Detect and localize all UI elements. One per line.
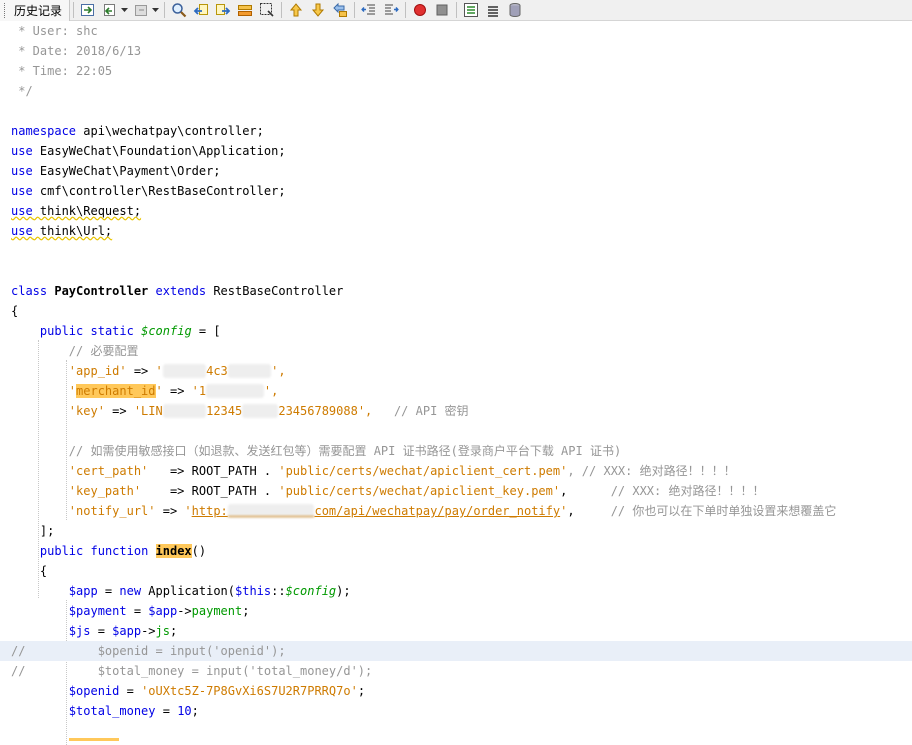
code-line: class PayController extends RestBaseCont… — [11, 284, 344, 298]
forward-history-icon[interactable] — [132, 1, 150, 19]
uncomment-icon[interactable] — [484, 1, 502, 19]
code-line: 'cert_path' => ROOT_PATH . 'public/certs… — [68, 464, 736, 478]
code-line: use cmf\controller\RestBaseController; — [11, 184, 286, 198]
toolbar-separator — [73, 2, 75, 18]
find-next-icon[interactable] — [214, 1, 232, 19]
redacted-value — [227, 504, 315, 518]
notify-url-link[interactable]: http: com/api/wechatpay/pay/order_notify — [192, 504, 560, 518]
editor-toolbar: 历史记录 — [0, 0, 912, 21]
code-line: 'notify_url' => 'http: com/api/wechatpay… — [68, 504, 837, 518]
comment-icon[interactable] — [462, 1, 480, 19]
shift-left-icon[interactable] — [360, 1, 378, 19]
code-line: // 如需使用敏感接口（如退款、发送红包等）需要配置 API 证书路径(登录商户… — [68, 444, 622, 458]
back-history-icon[interactable] — [101, 1, 119, 19]
code-line: use EasyWeChat\Foundation\Application; — [11, 144, 286, 158]
stop-macro-icon[interactable] — [433, 1, 451, 19]
code-line: $payment = $app->payment; — [68, 604, 250, 618]
code-line: * Date: 2018/6/13 — [11, 44, 142, 58]
code-line: public static $config = [ — [39, 324, 221, 338]
code-line: 'key' => 'LIN 12345 23456789088', // API… — [68, 404, 469, 418]
previous-bookmark-icon[interactable] — [287, 1, 305, 19]
redacted-value — [162, 364, 207, 378]
shift-right-icon[interactable] — [382, 1, 400, 19]
history-tab-label: 历史记录 — [14, 3, 63, 18]
find-previous-icon[interactable] — [192, 1, 210, 19]
redacted-value — [227, 364, 272, 378]
code-line: $openid = 'oUXtc5Z-7P8GvXi6S7U2R7PRRQ7o'… — [68, 684, 366, 698]
code-line: // $total_money = input('total_money/d')… — [11, 664, 373, 678]
code-line: * User: shc — [11, 24, 98, 38]
code-line: 'merchant_id' => '1 ', — [68, 384, 279, 398]
last-edit-icon[interactable] — [79, 1, 97, 19]
code-line — [0, 721, 912, 741]
code-line: { — [11, 304, 19, 318]
code-editor[interactable]: * User: shc * Date: 2018/6/13 * Time: 22… — [0, 21, 912, 745]
code-line: // 必要配置 — [68, 344, 139, 358]
find-selection-icon[interactable] — [258, 1, 276, 19]
toolbar-separator — [405, 2, 407, 18]
history-tab[interactable]: 历史记录 — [0, 0, 71, 21]
forward-history-dropdown-icon[interactable] — [152, 1, 160, 19]
next-bookmark-icon[interactable] — [309, 1, 327, 19]
toolbar-separator — [281, 2, 283, 18]
redacted-value — [162, 404, 207, 418]
code-line: $total_money = 10; — [68, 704, 199, 718]
code-line: { — [39, 564, 48, 578]
code-line: use EasyWeChat\Payment\Order; — [11, 164, 221, 178]
code-line: use think\Request; — [11, 204, 142, 218]
find-icon[interactable] — [170, 1, 188, 19]
toolbar-separator — [354, 2, 356, 18]
toolbar-separator — [164, 2, 166, 18]
code-line: */ — [11, 84, 33, 98]
record-macro-icon[interactable] — [411, 1, 429, 19]
database-icon[interactable] — [506, 1, 524, 19]
code-line: * Time: 22:05 — [11, 64, 113, 78]
code-line: ]; — [39, 524, 55, 538]
toolbar-separator — [456, 2, 458, 18]
code-line-current: // $openid = input('openid'); — [0, 641, 912, 661]
code-line: namespace api\wechatpay\controller; — [11, 124, 264, 138]
back-history-dropdown-icon[interactable] — [121, 1, 129, 19]
code-line: public function index() — [39, 544, 207, 558]
redacted-value — [206, 384, 264, 398]
redacted-value — [242, 404, 279, 418]
toggle-highlight-icon[interactable] — [236, 1, 254, 19]
code-line: 'app_id' => ' 4c3 ', — [68, 364, 286, 378]
code-line: $app = new Application($this::$config); — [68, 584, 351, 598]
toggle-bookmark-icon[interactable] — [331, 1, 349, 19]
code-line: 'key_path' => ROOT_PATH . 'public/certs/… — [68, 484, 765, 498]
code-line: $js = $app->js; — [68, 624, 178, 638]
partial-highlight — [68, 738, 120, 741]
code-line: use think\Url; — [11, 224, 113, 238]
